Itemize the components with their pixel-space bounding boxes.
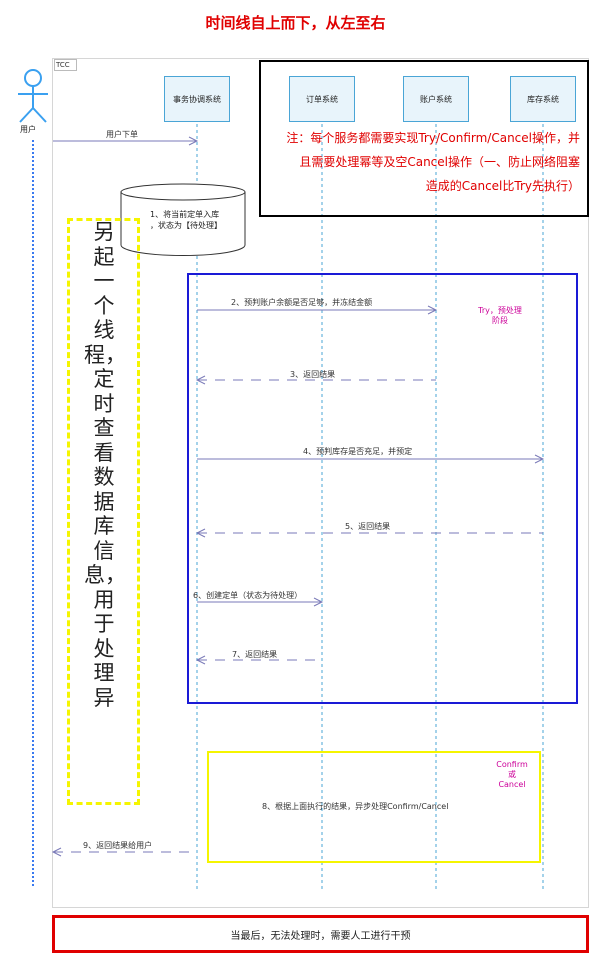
- actor-label: 用户: [20, 125, 36, 134]
- confirm-phase-label: Confirm 或 Cancel: [482, 760, 542, 790]
- confirm-phase-line-2: 或: [508, 770, 516, 779]
- db-note-line-1: 1、将当前定单入库: [150, 210, 220, 219]
- confirm-phase-line-1: Confirm: [496, 760, 528, 769]
- try-phase-label: Try，预处理 阶段: [462, 306, 538, 326]
- db-note: 1、将当前定单入库 ，状态为【待处理】: [150, 209, 222, 231]
- message-m7: 7、返回结果: [232, 650, 278, 659]
- participant-coordinator: 事务协调系统: [164, 76, 230, 122]
- actor-icon: [18, 69, 48, 123]
- thread-note: 另起一个线程，定时查看数据库信息，用于处理异: [84, 220, 126, 710]
- message-m3: 3、返回结果: [290, 370, 336, 379]
- message-m6: 6、创建定单（状态为待处理）: [193, 591, 303, 600]
- message-m8: 8、根据上面执行的结果，异步处理Confirm/Cancel: [262, 802, 449, 811]
- message-m0: 用户下单: [106, 130, 138, 139]
- confirm-phase-line-3: Cancel: [498, 780, 526, 789]
- db-note-line-2: ，状态为【待处理】: [150, 221, 222, 230]
- message-m2: 2、预判账户余额是否足够，并冻结金额: [231, 298, 373, 307]
- try-phase-frame: [187, 273, 578, 704]
- tcc-note-line-2: 且需要处理幂等及空Cancel操作（一、防止网络阻塞: [299, 155, 580, 169]
- try-phase-line-1: Try，预处理: [478, 306, 522, 315]
- manual-intervention-note: 当最后，无法处理时，需要人工进行干预: [52, 915, 589, 953]
- tcc-note-line-1: 注：每个服务都需要实现Try/Confirm/Cancel操作，并: [286, 131, 580, 145]
- try-phase-line-2: 阶段: [492, 316, 508, 325]
- tcc-note: 注：每个服务都需要实现Try/Confirm/Cancel操作，并 且需要处理幂…: [262, 126, 580, 198]
- tcc-note-line-3: 造成的Cancel比Try先执行）: [425, 179, 580, 193]
- message-m4: 4、预判库存是否充足，并预定: [303, 447, 413, 456]
- message-m9: 9、返回结果给用户: [83, 841, 153, 850]
- message-m5: 5、返回结果: [345, 522, 391, 531]
